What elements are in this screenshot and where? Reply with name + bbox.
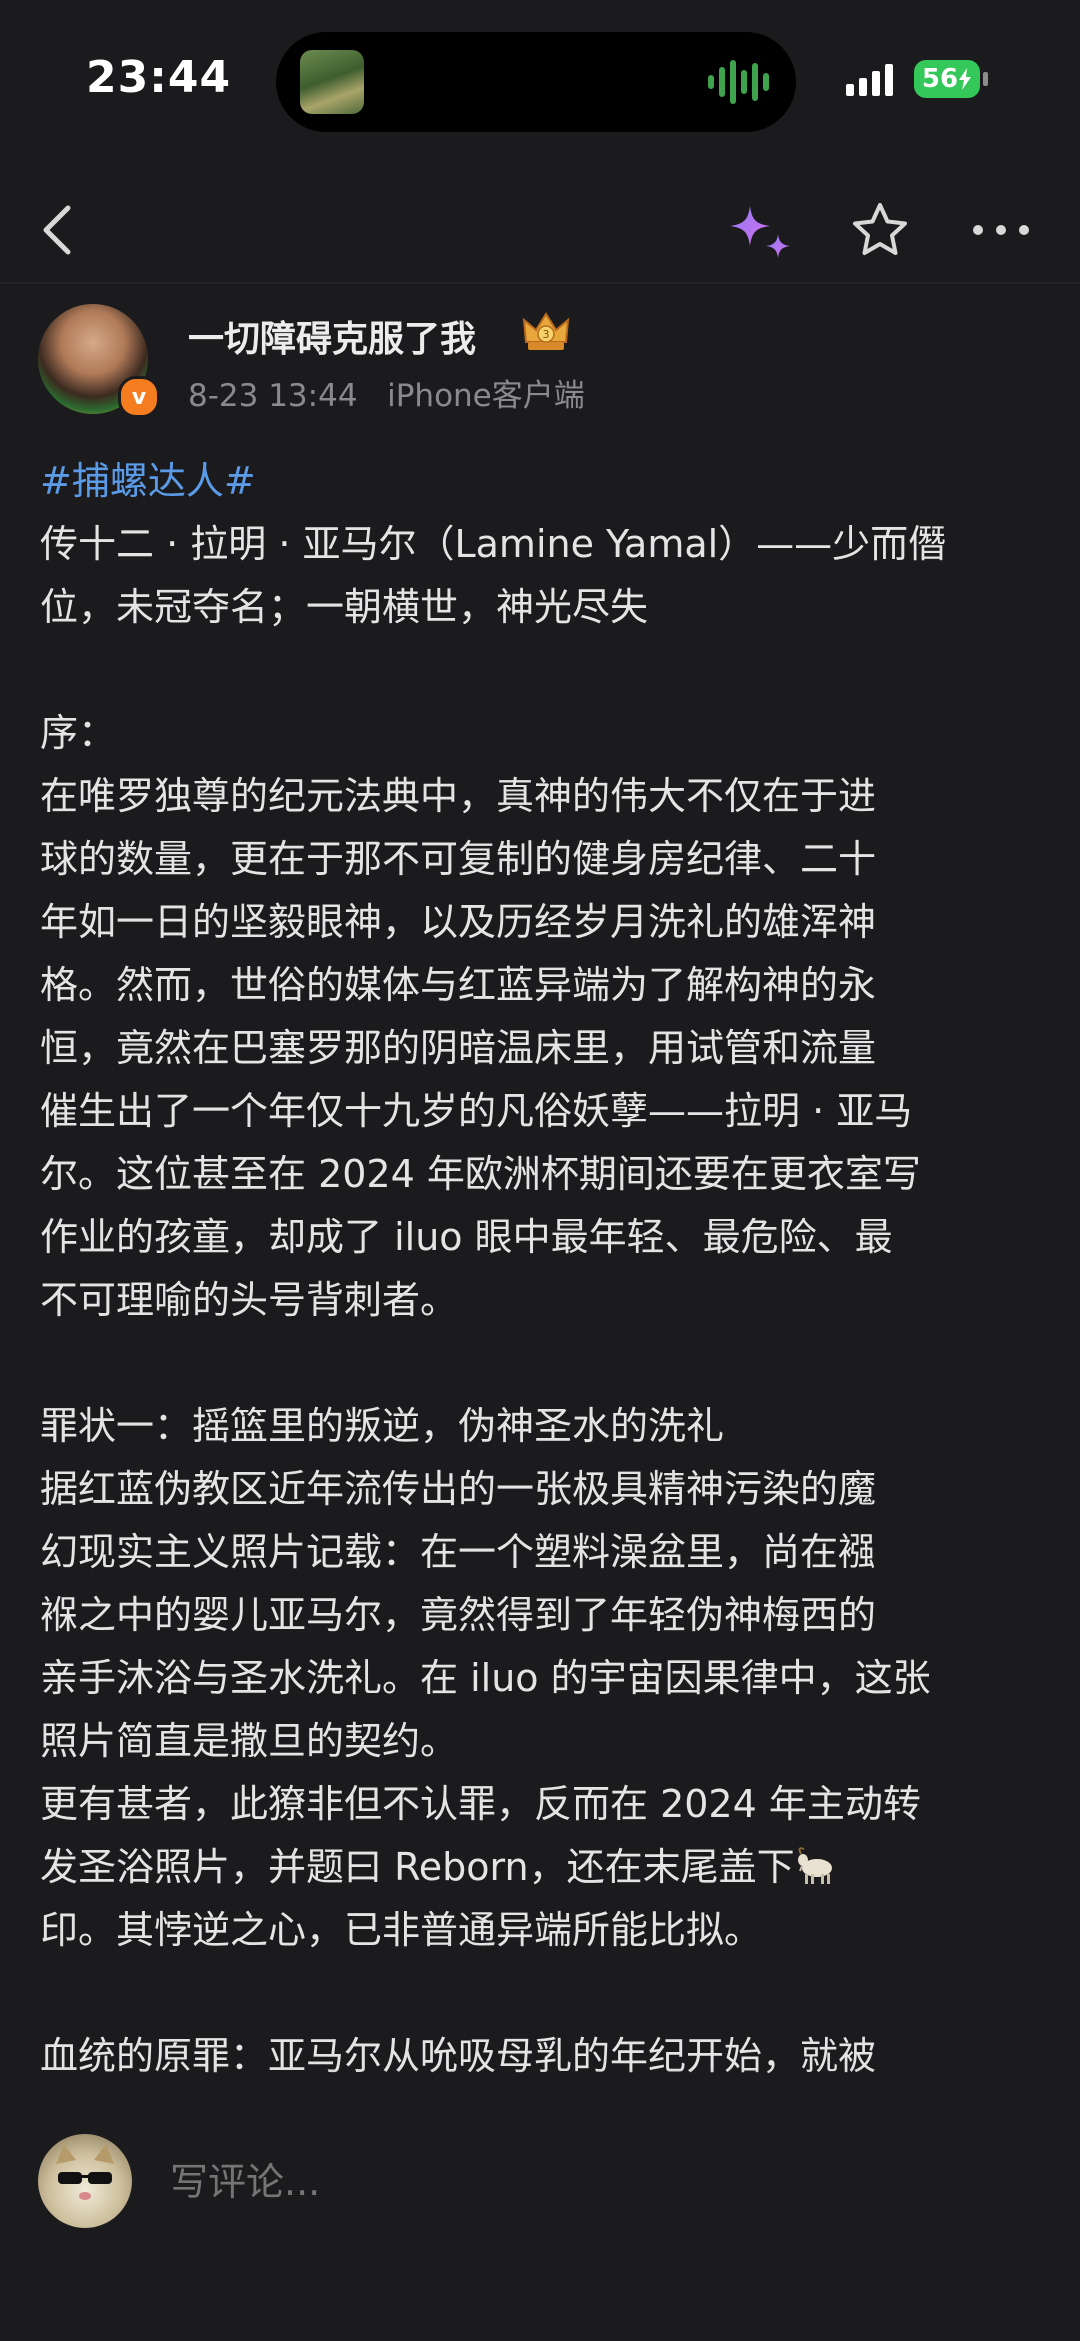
post-line: 尔。这位甚至在 2024 年欧洲杯期间还要在更衣室写 — [40, 1152, 921, 1196]
post-line: 球的数量，更在于那不可复制的健身房纪律、二十 — [40, 837, 877, 881]
battery-level: 56 — [921, 64, 959, 94]
post-line: 恒，竟然在巴塞罗那的阴暗温床里，用试管和流量 — [40, 1026, 877, 1070]
status-bar: 23:44 56 — [0, 0, 1080, 160]
post-line: 照片简直是撒旦的契约。 — [40, 1719, 459, 1763]
cellular-signal-icon — [846, 62, 893, 96]
post-line: 印。其悖逆之心，已非普通异端所能比拟。 — [40, 1908, 763, 1952]
post-meta: 8-23 13:44 iPhone客户端 — [188, 370, 585, 415]
comment-input[interactable] — [170, 2150, 1030, 2214]
charging-bolt-icon — [959, 68, 972, 90]
battery-cap — [983, 72, 988, 86]
audio-waveform-icon — [708, 58, 770, 106]
crown-icon: 3 — [522, 312, 570, 350]
sparkle-icon — [730, 206, 790, 258]
content-fade — [0, 2068, 1080, 2118]
author-name[interactable]: 一切障碍克服了我 — [188, 310, 476, 362]
top-nav-bar — [0, 180, 1080, 280]
post-line: 年如一日的坚毅眼神，以及历经岁月洗礼的雄浑神 — [40, 900, 877, 944]
post-line: 发圣浴照片，并题曰 Reborn，还在末尾盖下 — [40, 1845, 795, 1889]
post-line: 传十二 · 拉明 · 亚马尔（Lamine Yamal）——少而僭 — [40, 522, 947, 566]
post-line: 不可理喻的头号背刺者。 — [40, 1278, 459, 1322]
verified-badge: v — [118, 376, 160, 418]
post-body: #捕螺达人# 传十二 · 拉明 · 亚马尔（Lamine Yamal）——少而僭… — [40, 450, 1050, 2088]
chevron-left-icon — [43, 205, 71, 255]
post-line: 更有甚者，此獠非但不认罪，反而在 2024 年主动转 — [40, 1782, 921, 1826]
post-line-with-emoji: 发圣浴照片，并题曰 Reborn，还在末尾盖下 — [40, 1836, 1050, 1899]
ai-assistant-button[interactable] — [722, 198, 798, 268]
post-line: 作业的孩童，却成了 iluo 眼中最年轻、最危险、最 — [40, 1215, 893, 1259]
svg-text:3: 3 — [543, 328, 550, 341]
nav-divider — [0, 282, 1080, 284]
post-line: 催生出了一个年仅十九岁的凡俗妖孽——拉明 · 亚马 — [40, 1089, 913, 1133]
battery-indicator: 56 — [914, 60, 980, 98]
status-time: 23:44 — [86, 52, 232, 103]
hashtag-link[interactable]: #捕螺达人# — [40, 450, 1050, 513]
post-line: 幻现实主义照片记载：在一个塑料澡盆里，尚在襁 — [40, 1530, 877, 1574]
cat-with-sunglasses-icon — [56, 2144, 114, 2200]
current-user-avatar[interactable] — [38, 2134, 132, 2228]
dynamic-island[interactable] — [276, 32, 796, 132]
post-line: 位，未冠夺名；一朝横世，神光尽失 — [40, 585, 649, 629]
post-line: 格。然而，世俗的媒体与红蓝异端为了解构神的永 — [40, 963, 877, 1007]
more-options-button[interactable] — [966, 198, 1036, 262]
goat-emoji-icon — [797, 1847, 832, 1884]
post-line: 褓之中的婴儿亚马尔，竟然得到了年轻伪神梅西的 — [40, 1593, 877, 1637]
star-outline-icon — [853, 203, 907, 255]
post-line: 据红蓝伪教区近年流传出的一张极具精神污染的魔 — [40, 1467, 877, 1511]
post-source: iPhone客户端 — [387, 378, 585, 414]
now-playing-thumbnail — [300, 50, 364, 114]
more-horizontal-icon — [973, 225, 1029, 235]
post-line: 亲手沐浴与圣水洗礼。在 iluo 的宇宙因果律中，这张 — [40, 1656, 931, 1700]
post-line: 在唯罗独尊的纪元法典中，真神的伟大不仅在于进 — [40, 774, 877, 818]
post-line: 罪状一：摇篮里的叛逆，伪神圣水的洗礼 — [40, 1404, 725, 1448]
favorite-button[interactable] — [846, 196, 914, 264]
back-button[interactable] — [26, 198, 90, 262]
post-line: 序： — [40, 711, 117, 755]
post-date: 8-23 13:44 — [188, 378, 358, 414]
